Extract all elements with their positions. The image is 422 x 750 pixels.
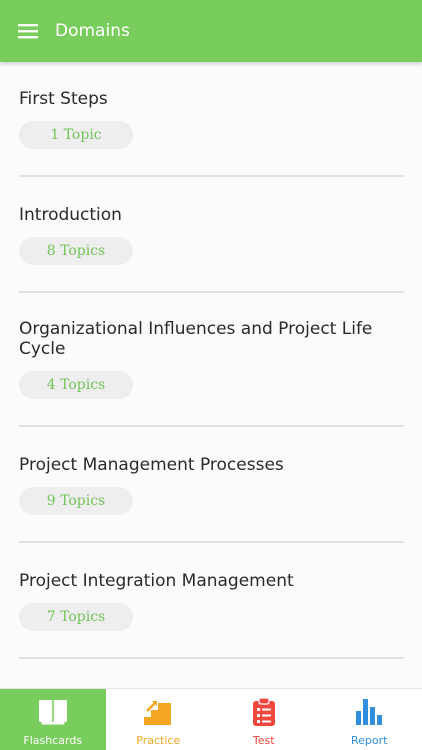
- topic-count-badge[interactable]: 7 Topics: [19, 603, 133, 631]
- tab-flashcards[interactable]: Flashcards: [0, 689, 106, 750]
- page-title: Domains: [55, 21, 130, 41]
- topic-count-badge[interactable]: 8 Topics: [19, 237, 133, 265]
- tab-test[interactable]: Test: [211, 689, 317, 750]
- report-bar-chart-icon: [356, 699, 383, 725]
- tab-label: Flashcards: [23, 734, 83, 747]
- domain-title: Introduction: [19, 205, 122, 225]
- domain-title: First Steps: [19, 89, 108, 109]
- tab-label: Report: [351, 734, 388, 747]
- domain-list: First Steps 1 Topic Introduction 8 Topic…: [0, 62, 422, 688]
- tab-label: Test: [252, 734, 275, 747]
- bottom-tab-bar: Flashcards Practice Test Report: [0, 688, 422, 750]
- domain-title: Organizational Influences and Project Li…: [19, 319, 373, 359]
- hamburger-menu-icon[interactable]: [0, 0, 56, 62]
- practice-stairs-icon: [144, 701, 172, 725]
- app-bar: Domains: [0, 0, 422, 62]
- divider: [19, 657, 404, 659]
- divider: [19, 425, 404, 427]
- tab-label: Practice: [136, 734, 181, 747]
- domain-title: Project Management Processes: [19, 455, 284, 475]
- domain-item-organizational-influences[interactable]: Organizational Influences and Project Li…: [19, 319, 404, 399]
- topic-count-badge[interactable]: 1 Topic: [19, 121, 133, 149]
- tab-report[interactable]: Report: [317, 689, 422, 750]
- topic-count-badge[interactable]: 4 Topics: [19, 371, 133, 399]
- domain-item-first-steps[interactable]: First Steps 1 Topic: [19, 89, 404, 149]
- flashcards-book-icon: [38, 700, 67, 725]
- test-clipboard-icon: [252, 697, 275, 726]
- divider: [19, 291, 404, 293]
- domain-item-project-management-processes[interactable]: Project Management Processes 9 Topics: [19, 455, 404, 515]
- divider: [19, 175, 404, 177]
- domain-title: Project Integration Management: [19, 571, 294, 591]
- domain-item-introduction[interactable]: Introduction 8 Topics: [19, 205, 404, 265]
- topic-count-badge[interactable]: 9 Topics: [19, 487, 133, 515]
- tab-practice[interactable]: Practice: [106, 689, 212, 750]
- divider: [19, 541, 404, 543]
- domain-item-project-integration-management[interactable]: Project Integration Management 7 Topics: [19, 571, 404, 631]
